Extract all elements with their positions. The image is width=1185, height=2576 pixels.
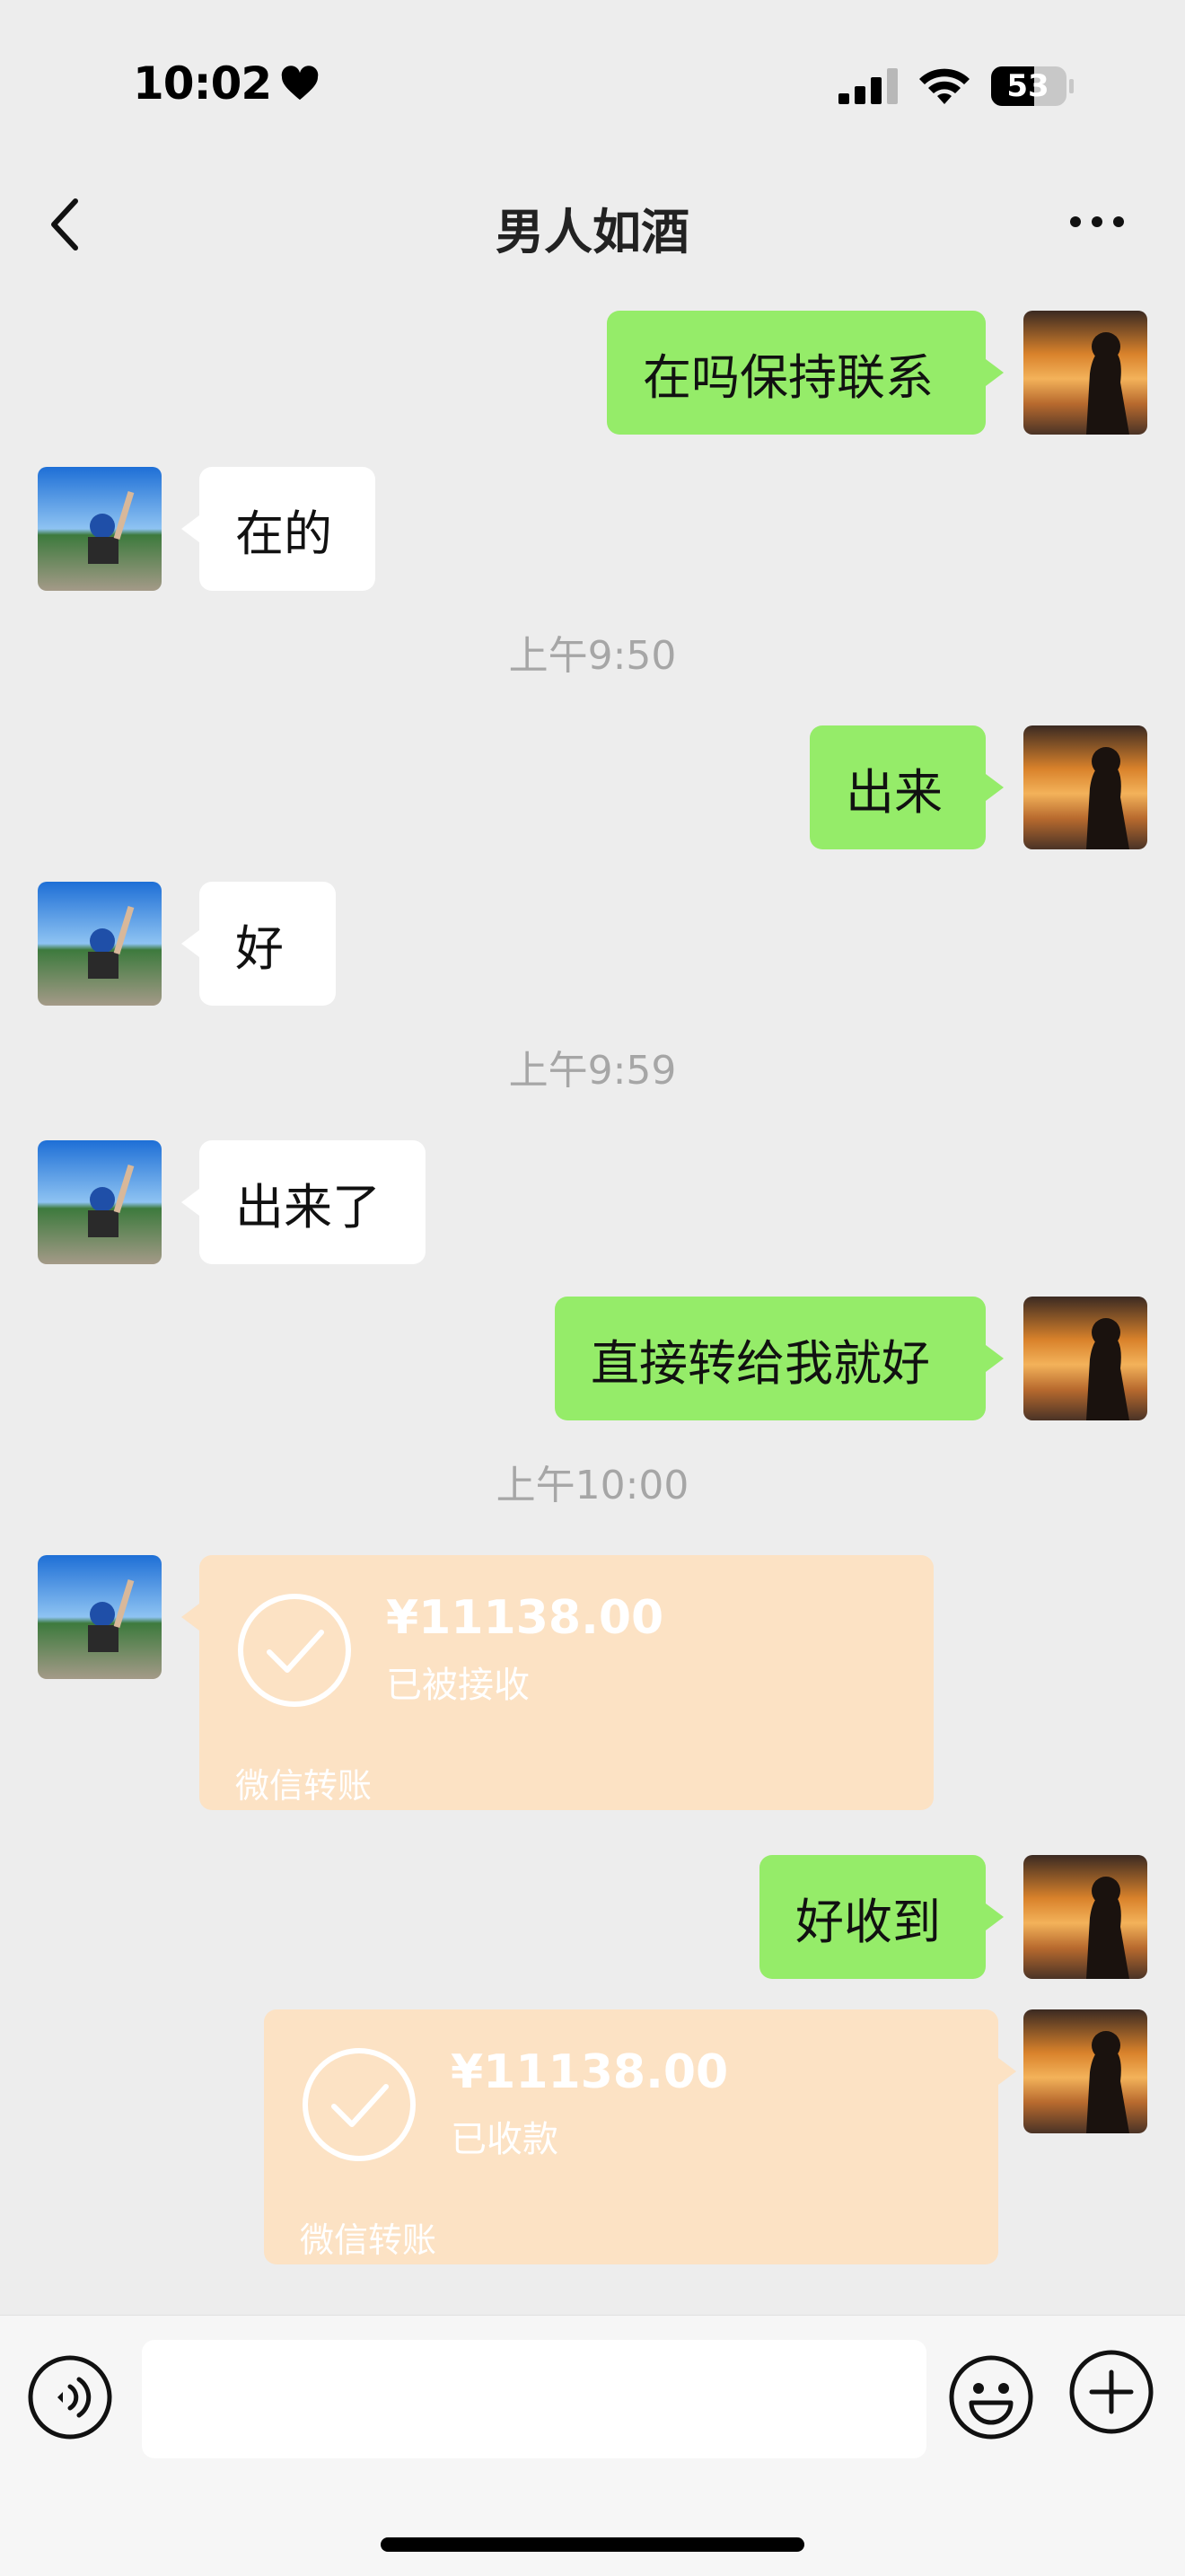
bubble-tail [181,1604,199,1631]
message-bubble-left[interactable]: 在的 [199,467,375,591]
check-circle-icon [238,1594,351,1707]
message-bubble-right[interactable]: 好收到 [759,1855,986,1979]
timestamp: 上午10:00 [496,1463,689,1508]
more-dots-icon[interactable] [1068,208,1126,235]
contact-avatar[interactable] [38,1555,162,1679]
battery-level: 53 [1006,68,1049,104]
bubble-tail [181,930,199,957]
transfer-amount: ¥11138.00 [386,1591,664,1645]
message-text: 出来 [846,763,943,821]
self-avatar[interactable] [1023,725,1147,849]
message-bubble-left[interactable]: 好 [199,882,336,1006]
message-text: 直接转给我就好 [591,1334,930,1392]
transfer-card[interactable]: ¥11138.00 已收款 微信转账 [264,2009,998,2264]
bubble-tail [986,1345,1004,1372]
bubble-tail [181,1189,199,1216]
plus-icon[interactable] [1068,2349,1154,2435]
transfer-label: 微信转账 [300,2220,437,2260]
check-circle-icon [303,2048,416,2161]
heart-icon [281,66,319,101]
home-indicator[interactable] [381,2537,804,2552]
self-avatar[interactable] [1023,311,1147,435]
bubble-tail [986,774,1004,801]
transfer-label: 微信转账 [235,1766,373,1806]
status-time: 10:02 [133,57,320,110]
transfer-card[interactable]: ¥11138.00 已被接收 微信转账 [199,1555,934,1810]
emoji-icon[interactable] [948,2354,1034,2440]
timestamp: 上午9:50 [508,633,677,679]
message-input[interactable] [142,2340,926,2458]
bubble-tail [986,359,1004,386]
self-avatar[interactable] [1023,1297,1147,1420]
self-avatar[interactable] [1023,1855,1147,1979]
bubble-tail [986,1903,1004,1930]
message-bubble-left[interactable]: 出来了 [199,1140,426,1264]
bubble-tail [181,515,199,542]
contact-avatar[interactable] [38,1140,162,1264]
contact-avatar[interactable] [38,467,162,591]
message-text: 在吗保持联系 [643,348,934,406]
message-text: 好收到 [795,1893,941,1950]
voice-icon[interactable] [27,2354,113,2440]
status-time-text: 10:02 [133,57,272,110]
message-bubble-right[interactable]: 在吗保持联系 [607,311,986,435]
wifi-icon [919,68,970,104]
chat-title: 男人如酒 [496,204,689,260]
transfer-amount: ¥11138.00 [451,2045,729,2099]
message-text: 好 [235,919,284,977]
message-text: 在的 [235,505,332,562]
message-bubble-right[interactable]: 出来 [810,725,986,849]
self-avatar[interactable] [1023,2009,1147,2133]
transfer-status: 已被接收 [386,1665,530,1706]
cellular-signal-icon [838,68,898,104]
bubble-tail [998,2058,1016,2085]
message-text: 出来了 [235,1178,381,1235]
contact-avatar[interactable] [38,882,162,1006]
message-bubble-right[interactable]: 直接转给我就好 [555,1297,986,1420]
timestamp: 上午9:59 [508,1048,677,1094]
transfer-status: 已收款 [451,2119,558,2160]
